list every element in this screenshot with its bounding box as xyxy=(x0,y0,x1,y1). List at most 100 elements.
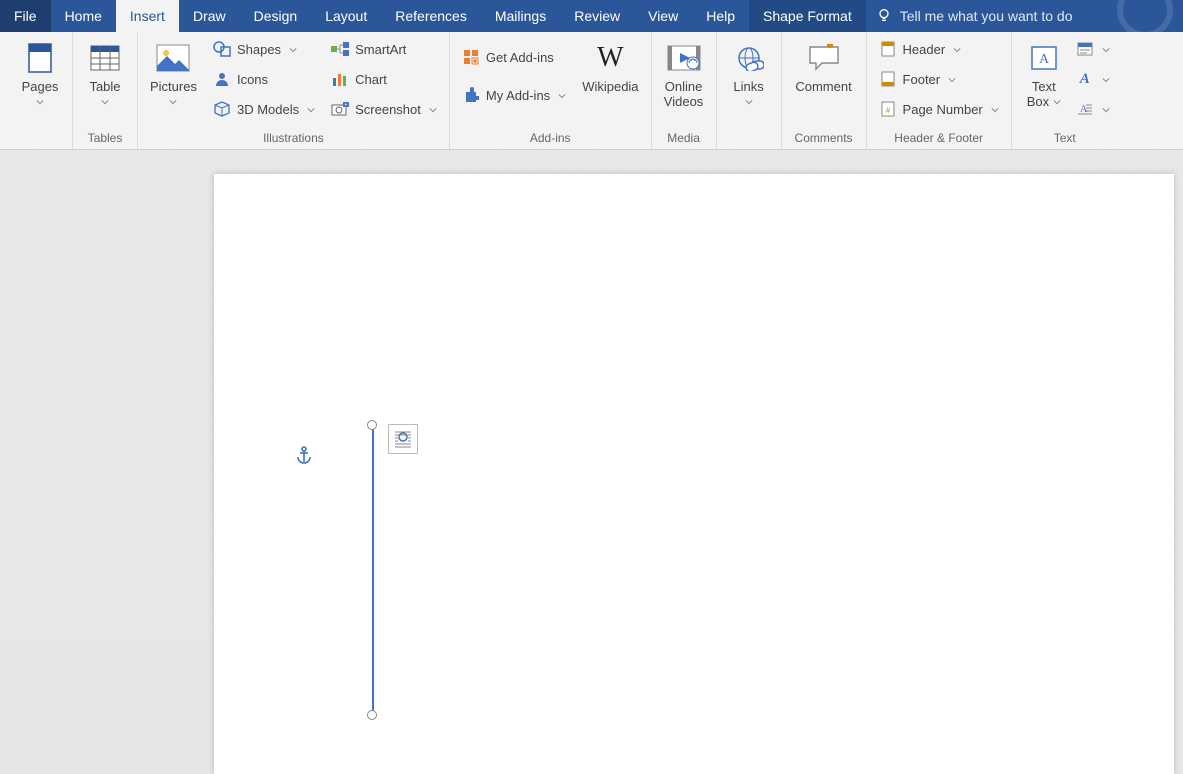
wikipedia-icon: W xyxy=(592,40,628,76)
layout-options-button[interactable] xyxy=(388,424,418,454)
tab-file[interactable]: File xyxy=(0,0,51,32)
drop-cap-icon: A xyxy=(1076,100,1094,118)
tab-view[interactable]: View xyxy=(634,0,692,32)
get-addins-label: Get Add-ins xyxy=(486,50,554,65)
group-comments: Comment Comments xyxy=(782,32,867,149)
screenshot-button[interactable]: + Screenshot xyxy=(325,96,443,122)
video-icon xyxy=(666,40,702,76)
my-addins-button[interactable]: My Add-ins xyxy=(456,82,572,108)
page-number-button[interactable]: # Page Number xyxy=(873,96,1005,122)
tell-me-label: Tell me what you want to do xyxy=(900,8,1073,24)
my-addins-label: My Add-ins xyxy=(486,88,550,103)
group-text: A Text Box A A Text xyxy=(1012,32,1118,149)
header-button[interactable]: Header xyxy=(873,36,1005,62)
document-page[interactable] xyxy=(214,174,1174,774)
group-text-label: Text xyxy=(1018,129,1112,149)
group-pages: Pages xyxy=(8,32,73,149)
group-media-label: Media xyxy=(658,129,710,149)
shapes-label: Shapes xyxy=(237,42,281,57)
icons-button[interactable]: Icons xyxy=(207,66,321,92)
layout-options-icon xyxy=(393,429,413,449)
chevron-down-icon xyxy=(745,98,753,106)
tab-review[interactable]: Review xyxy=(560,0,634,32)
links-button[interactable]: Links xyxy=(723,36,775,110)
chevron-down-icon xyxy=(101,98,109,106)
smartart-button[interactable]: SmartArt xyxy=(325,36,443,62)
pictures-button[interactable]: Pictures xyxy=(144,36,203,110)
group-comments-label: Comments xyxy=(788,129,860,149)
chevron-down-icon xyxy=(169,98,177,106)
shapes-icon xyxy=(213,40,231,58)
tab-references[interactable]: References xyxy=(381,0,481,32)
3d-models-button[interactable]: 3D Models xyxy=(207,96,321,122)
tab-mailings[interactable]: Mailings xyxy=(481,0,560,32)
links-label: Links xyxy=(733,79,763,94)
smartart-label: SmartArt xyxy=(355,42,406,57)
group-tables: Table Tables xyxy=(73,32,138,149)
group-media: Online Videos Media xyxy=(652,32,717,149)
tab-help[interactable]: Help xyxy=(692,0,749,32)
footer-button[interactable]: Footer xyxy=(873,66,1005,92)
chart-icon xyxy=(331,70,349,88)
pictures-label: Pictures xyxy=(150,79,197,94)
chevron-down-icon xyxy=(948,72,956,87)
group-addins-label: Add-ins xyxy=(456,129,645,149)
anchor-icon xyxy=(296,446,312,467)
document-area[interactable] xyxy=(0,150,1183,642)
group-illustrations: Pictures Shapes Icons 3D Models xyxy=(138,32,450,149)
chevron-down-icon xyxy=(1102,102,1110,117)
screenshot-label: Screenshot xyxy=(355,102,421,117)
comment-button[interactable]: Comment xyxy=(788,36,860,95)
get-addins-button[interactable]: Get Add-ins xyxy=(456,44,572,70)
group-links-label xyxy=(723,129,775,149)
table-button[interactable]: Table xyxy=(79,36,131,110)
chevron-down-icon xyxy=(953,42,961,57)
footer-icon xyxy=(879,70,897,88)
footer-label: Footer xyxy=(903,72,941,87)
screenshot-icon: + xyxy=(331,100,349,118)
online-videos-button[interactable]: Online Videos xyxy=(658,36,710,110)
pages-label: Pages xyxy=(22,79,59,94)
tab-insert[interactable]: Insert xyxy=(116,0,179,32)
group-links: Links xyxy=(717,32,782,149)
tab-draw[interactable]: Draw xyxy=(179,0,240,32)
comment-label: Comment xyxy=(795,80,851,95)
tab-design[interactable]: Design xyxy=(240,0,312,32)
icons-label: Icons xyxy=(237,72,268,87)
pages-button[interactable]: Pages xyxy=(14,36,66,110)
chevron-down-icon xyxy=(1102,42,1110,57)
ribbon-tabs: File Home Insert Draw Design Layout Refe… xyxy=(0,0,1183,32)
shapes-button[interactable]: Shapes xyxy=(207,36,321,62)
wordart-button[interactable]: A xyxy=(1074,66,1112,92)
page-icon xyxy=(22,40,58,76)
store-icon xyxy=(462,48,480,66)
chevron-down-icon xyxy=(429,102,437,117)
header-label: Header xyxy=(903,42,946,57)
text-box-button[interactable]: A Text Box xyxy=(1018,36,1070,110)
chart-button[interactable]: Chart xyxy=(325,66,443,92)
wikipedia-label: Wikipedia xyxy=(582,80,638,95)
cube-icon xyxy=(213,100,231,118)
selected-line-shape[interactable] xyxy=(372,425,374,715)
wikipedia-button[interactable]: W Wikipedia xyxy=(576,36,644,95)
quick-parts-icon xyxy=(1076,40,1094,58)
resize-handle-bottom[interactable] xyxy=(367,710,377,720)
link-icon xyxy=(731,40,767,76)
chevron-down-icon xyxy=(558,88,566,103)
chevron-down-icon xyxy=(36,98,44,106)
addins-icon xyxy=(462,86,480,104)
ribbon: Pages Table Tables Pictures xyxy=(0,32,1183,150)
chevron-down-icon xyxy=(1053,98,1061,106)
tab-layout[interactable]: Layout xyxy=(311,0,381,32)
drop-cap-button[interactable]: A xyxy=(1074,96,1112,122)
header-icon xyxy=(879,40,897,58)
tab-shape-format[interactable]: Shape Format xyxy=(749,0,866,32)
lightbulb-icon xyxy=(876,7,892,26)
resize-handle-top[interactable] xyxy=(367,420,377,430)
svg-text:#: # xyxy=(885,106,890,115)
tab-home[interactable]: Home xyxy=(51,0,116,32)
quick-parts-button[interactable] xyxy=(1074,36,1112,62)
svg-text:A: A xyxy=(1080,104,1088,115)
group-headerfooter-label: Header & Footer xyxy=(873,129,1005,149)
group-illustrations-label: Illustrations xyxy=(144,129,443,149)
